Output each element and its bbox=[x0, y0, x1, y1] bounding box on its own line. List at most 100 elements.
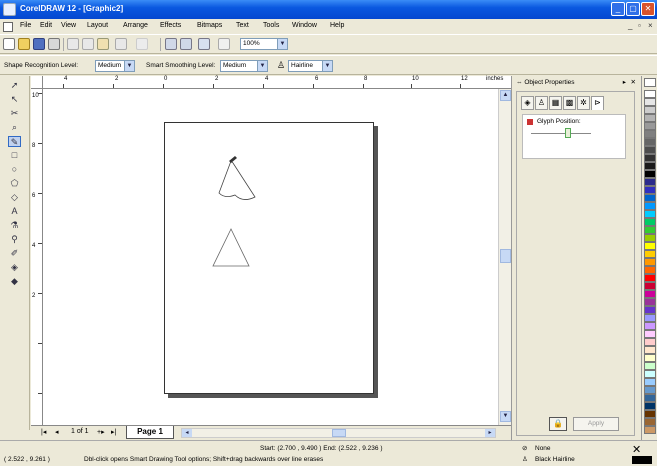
color-swatch[interactable] bbox=[644, 362, 656, 370]
scroll-thumb[interactable] bbox=[500, 249, 511, 263]
tab-general[interactable]: ▦ bbox=[549, 96, 562, 110]
color-swatch[interactable] bbox=[644, 258, 656, 266]
color-swatch[interactable] bbox=[644, 410, 656, 418]
color-swatch[interactable] bbox=[644, 282, 656, 290]
smart-smoothing-select[interactable]: Medium ▼ bbox=[220, 60, 268, 72]
menu-window[interactable]: Window bbox=[292, 22, 317, 29]
menu-bitmaps[interactable]: Bitmaps bbox=[197, 22, 222, 29]
color-swatch[interactable] bbox=[644, 210, 656, 218]
scroll-up-button[interactable]: ▲ bbox=[500, 90, 511, 101]
menu-file[interactable]: File bbox=[20, 22, 31, 29]
color-swatch[interactable] bbox=[644, 346, 656, 354]
chevron-down-icon[interactable]: ▼ bbox=[277, 39, 287, 49]
eyedropper-tool-icon[interactable]: ⚲ bbox=[8, 234, 21, 245]
tab-internet[interactable]: ✲ bbox=[577, 96, 590, 110]
basic-shapes-tool-icon[interactable]: ◇ bbox=[8, 192, 21, 203]
freehand-triangle-shape[interactable] bbox=[218, 160, 256, 200]
color-swatch[interactable] bbox=[644, 146, 656, 154]
menu-view[interactable]: View bbox=[61, 22, 76, 29]
open-icon[interactable] bbox=[18, 38, 30, 50]
smart-drawing-tool-icon[interactable]: ✎ bbox=[8, 136, 21, 147]
color-swatch[interactable] bbox=[644, 298, 656, 306]
scroll-thumb[interactable] bbox=[332, 429, 346, 437]
color-swatch[interactable] bbox=[644, 226, 656, 234]
print-icon[interactable] bbox=[48, 38, 60, 50]
menu-layout[interactable]: Layout bbox=[87, 22, 108, 29]
vertical-ruler[interactable]: 10 8 6 4 2 bbox=[31, 89, 43, 425]
lock-button[interactable]: 🔒 bbox=[549, 417, 567, 431]
color-swatch[interactable] bbox=[644, 194, 656, 202]
color-swatch[interactable] bbox=[644, 402, 656, 410]
close-button[interactable]: ✕ bbox=[641, 2, 655, 16]
chevron-down-icon[interactable]: ▼ bbox=[257, 61, 267, 71]
drawing-page[interactable] bbox=[164, 122, 374, 394]
color-swatch[interactable] bbox=[644, 378, 656, 386]
color-swatch[interactable] bbox=[644, 178, 656, 186]
last-page-icon[interactable]: ▸| bbox=[111, 428, 116, 436]
color-swatch[interactable] bbox=[644, 242, 656, 250]
color-swatch[interactable] bbox=[644, 306, 656, 314]
tab-outline[interactable]: ♙ bbox=[535, 96, 548, 110]
outline-tool-icon[interactable]: ✐ bbox=[8, 248, 21, 259]
next-page-icon[interactable]: +▸ bbox=[97, 428, 105, 436]
crop-tool-icon[interactable]: ✂ bbox=[8, 108, 21, 119]
color-swatch[interactable] bbox=[644, 338, 656, 346]
color-swatch[interactable] bbox=[644, 114, 656, 122]
ruler-origin-corner[interactable] bbox=[31, 76, 43, 89]
minimize-button[interactable]: _ bbox=[611, 2, 625, 16]
apply-button[interactable]: Apply bbox=[573, 417, 619, 431]
zoom-level-select[interactable]: 100% ▼ bbox=[240, 38, 288, 50]
doc-restore-icon[interactable]: ▫ bbox=[638, 21, 641, 30]
menu-effects[interactable]: Effects bbox=[160, 22, 181, 29]
color-swatch[interactable] bbox=[644, 330, 656, 338]
vertical-scrollbar[interactable]: ▲ ▼ bbox=[498, 89, 511, 425]
color-swatch[interactable] bbox=[644, 130, 656, 138]
paste-icon[interactable] bbox=[97, 38, 109, 50]
menu-tools[interactable]: Tools bbox=[263, 22, 279, 29]
document-icon[interactable] bbox=[3, 22, 13, 32]
doc-close-icon[interactable]: × bbox=[648, 21, 653, 30]
color-swatch[interactable] bbox=[644, 290, 656, 298]
menu-edit[interactable]: Edit bbox=[40, 22, 52, 29]
color-swatch[interactable] bbox=[644, 98, 656, 106]
polygon-tool-icon[interactable]: ⬠ bbox=[8, 178, 21, 189]
save-icon[interactable] bbox=[33, 38, 45, 50]
color-swatch[interactable] bbox=[644, 418, 656, 426]
chevron-down-icon[interactable]: ▼ bbox=[322, 61, 332, 71]
scroll-right-button[interactable]: ▸ bbox=[485, 429, 495, 437]
color-swatch[interactable] bbox=[644, 314, 656, 322]
color-swatch[interactable] bbox=[644, 370, 656, 378]
shape-recognition-select[interactable]: Medium ▼ bbox=[95, 60, 135, 72]
color-swatch[interactable] bbox=[644, 106, 656, 114]
color-swatch[interactable] bbox=[644, 266, 656, 274]
tab-fill[interactable]: ◈ bbox=[521, 96, 534, 110]
menu-help[interactable]: Help bbox=[330, 22, 344, 29]
color-swatch[interactable] bbox=[644, 394, 656, 402]
color-swatch[interactable] bbox=[644, 234, 656, 242]
doc-minimize-icon[interactable]: _ bbox=[628, 21, 632, 30]
docker-close-icon[interactable]: ✕ bbox=[631, 76, 636, 89]
redo-icon[interactable] bbox=[136, 38, 148, 50]
no-color-swatch[interactable] bbox=[644, 78, 656, 87]
color-swatch[interactable] bbox=[644, 186, 656, 194]
color-swatch[interactable] bbox=[644, 274, 656, 282]
corel-online-icon[interactable] bbox=[218, 38, 230, 50]
scroll-left-button[interactable]: ◂ bbox=[182, 429, 192, 437]
menu-text[interactable]: Text bbox=[236, 22, 249, 29]
color-swatch[interactable] bbox=[644, 122, 656, 130]
export-icon[interactable] bbox=[180, 38, 192, 50]
color-swatch[interactable] bbox=[644, 138, 656, 146]
horizontal-ruler[interactable]: 4 2 0 2 4 6 8 10 12 inches bbox=[43, 76, 511, 89]
new-icon[interactable] bbox=[3, 38, 15, 50]
glyph-slider-handle[interactable] bbox=[565, 128, 571, 138]
drawing-window[interactable] bbox=[43, 89, 498, 425]
docker-arrow-icon[interactable]: ▸ bbox=[623, 76, 626, 89]
fill-tool-icon[interactable]: ◈ bbox=[8, 262, 21, 273]
ellipse-tool-icon[interactable]: ○ bbox=[8, 164, 21, 175]
color-swatch[interactable] bbox=[644, 322, 656, 330]
previous-page-icon[interactable]: ◂ bbox=[55, 428, 59, 436]
tab-glyph[interactable]: ⊳ bbox=[591, 96, 604, 110]
triangle-shape[interactable] bbox=[212, 228, 250, 267]
color-swatch[interactable] bbox=[644, 170, 656, 178]
horizontal-scrollbar[interactable]: ◂ ▸ bbox=[181, 428, 496, 438]
